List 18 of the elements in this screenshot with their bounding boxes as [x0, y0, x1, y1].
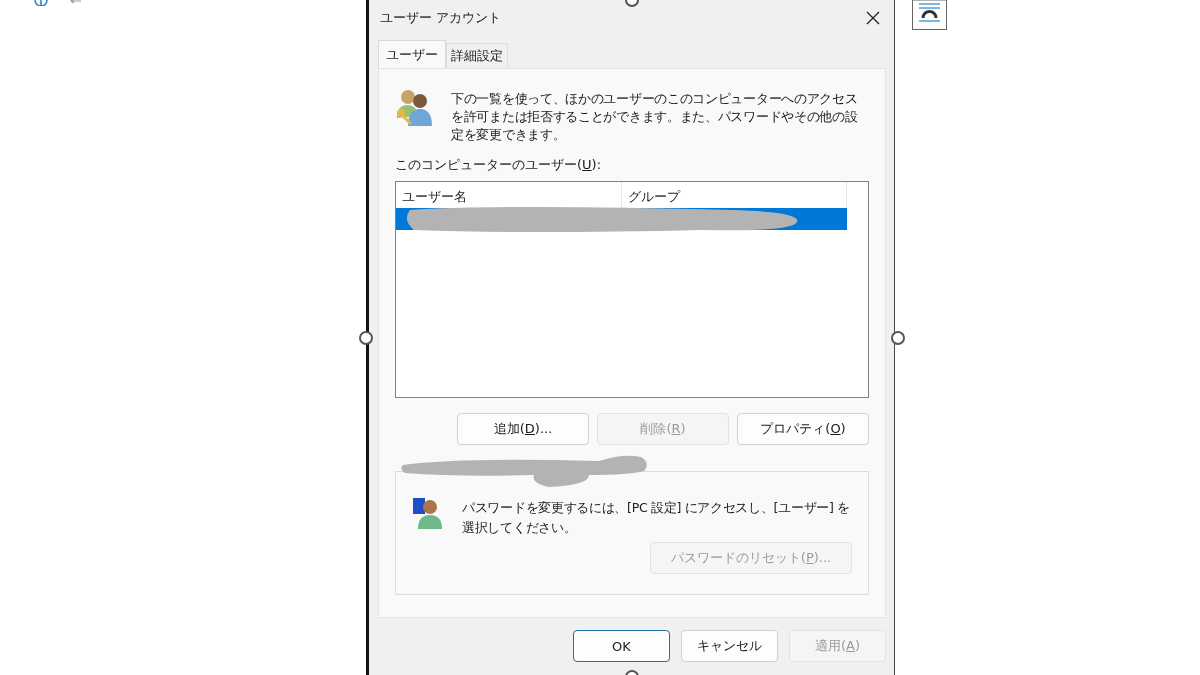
description-text: 下の一覧を使って、ほかのユーザーのこのコンピューターへのアクセスを許可または拒否することができます。また、パスワードやその他の設定を変更できます。 — [451, 90, 859, 144]
users-list[interactable]: ユーザー名 グループ — [395, 181, 869, 398]
list-action-button[interactable]: 追加(D)... — [457, 413, 589, 445]
dialog-button[interactable]: キャンセル — [681, 630, 778, 662]
list-action-button[interactable]: プロパティ(O) — [737, 413, 869, 445]
tab[interactable]: 詳細設定 — [446, 43, 508, 68]
tab[interactable]: ユーザー — [378, 40, 446, 68]
users-icon — [395, 88, 433, 128]
dialog-button[interactable]: OK — [573, 630, 670, 662]
wrap-text-icon[interactable] — [912, 0, 947, 30]
password-info-text: パスワードを変更するには、[PC 設定] にアクセスし、[ユーザー] を選択してください。 — [462, 499, 851, 537]
close-icon[interactable] — [866, 11, 880, 25]
user-computer-icon — [412, 496, 444, 530]
users-list-label: このコンピューターのユーザー(U): — [395, 156, 603, 174]
globe-icon[interactable] — [34, 0, 48, 6]
resize-handle[interactable] — [359, 331, 373, 345]
window-title: ユーザー アカウント — [380, 9, 502, 27]
resize-handle[interactable] — [891, 331, 905, 345]
